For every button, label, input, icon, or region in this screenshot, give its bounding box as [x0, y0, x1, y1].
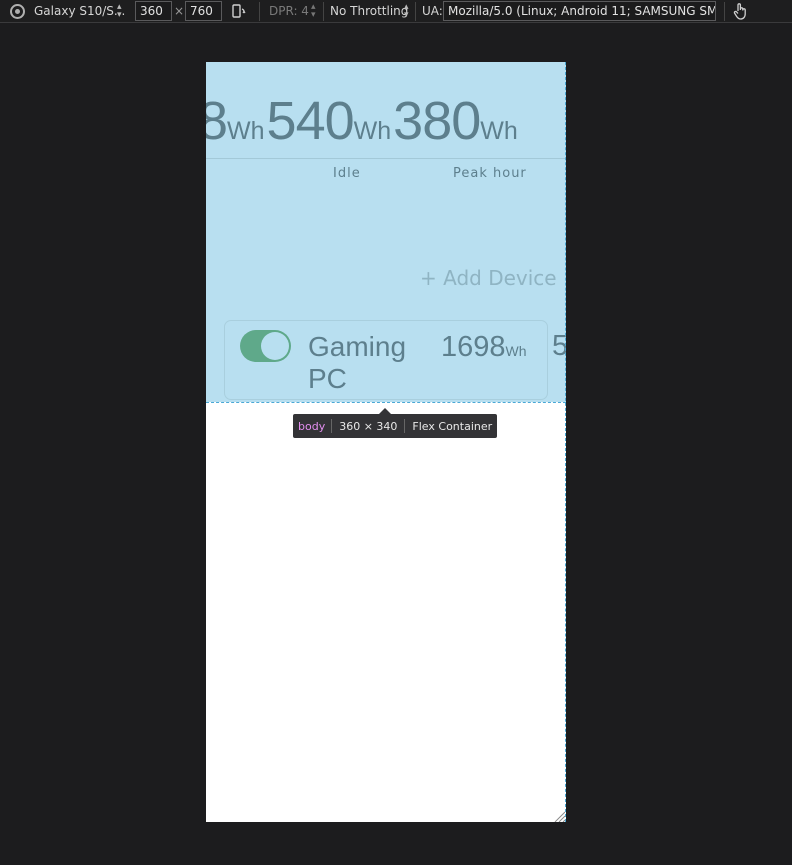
- resize-handle-icon[interactable]: [552, 810, 566, 822]
- toggle-knob: [261, 332, 289, 360]
- next-device-card-partial: 5: [552, 330, 566, 362]
- tooltip-size: 360 × 340: [339, 419, 398, 433]
- stat-label-idle: Idle: [333, 166, 361, 181]
- stat-unit: Wh: [480, 117, 518, 145]
- device-usage-value: 1698: [441, 331, 506, 363]
- stat-unit: Wh: [227, 117, 265, 145]
- body-highlight-overlay: 8 Wh 540 Wh 380 Wh Idle Peak hour + Add …: [206, 62, 566, 402]
- stats-row: 8 Wh 540 Wh 380 Wh: [206, 90, 520, 160]
- dimension-times: ×: [174, 4, 185, 18]
- user-agent-input[interactable]: Mozilla/5.0 (Linux; Android 11; SAMSUNG …: [443, 1, 716, 21]
- toolbar-divider: [724, 2, 725, 21]
- device-select[interactable]: Galaxy S10/S...: [34, 4, 125, 18]
- ua-label: UA:: [422, 4, 443, 18]
- device-viewport: 8 Wh 540 Wh 380 Wh Idle Peak hour + Add …: [206, 62, 566, 822]
- tooltip-kind: Flex Container: [412, 419, 493, 433]
- chrome-icon: [10, 4, 25, 19]
- toolbar-divider: [415, 2, 416, 21]
- updown-icon: ▴ ▾: [404, 2, 409, 20]
- width-input[interactable]: 360: [135, 1, 172, 21]
- guide-line-vertical: [565, 62, 566, 822]
- touch-icon[interactable]: [732, 2, 748, 20]
- stat-label-peak-hour: Peak hour: [453, 166, 527, 181]
- element-inspect-tooltip: body 360 × 340 Flex Container: [293, 408, 498, 438]
- device-toggle[interactable]: [240, 330, 291, 362]
- toolbar-divider: [323, 2, 324, 21]
- height-input[interactable]: 760: [185, 1, 222, 21]
- throttling-select[interactable]: No Throttling: [330, 4, 408, 18]
- updown-icon: ▴ ▾: [117, 2, 122, 20]
- stat-unit: Wh: [353, 117, 392, 145]
- tooltip-tag: body: [298, 419, 326, 433]
- toolbar-divider: [259, 2, 260, 21]
- rotate-icon[interactable]: [230, 3, 246, 19]
- device-toolbar: Galaxy S10/S... ▴ ▾ 360 × 760 DPR: 4 ▴ ▾ N…: [0, 0, 792, 23]
- stat-value: 8: [206, 91, 228, 151]
- stat-value: 380: [393, 91, 481, 151]
- device-name: Gaming PC: [308, 331, 407, 394]
- updown-icon: ▴ ▾: [311, 2, 316, 20]
- add-device-button[interactable]: + Add Device: [420, 266, 557, 290]
- stats-divider: [206, 158, 566, 159]
- stat-value: 540: [266, 91, 355, 151]
- device-usage-unit: Wh: [505, 343, 527, 359]
- guide-line-horizontal: [206, 402, 566, 403]
- device-card-gaming-pc[interactable]: Gaming PC 1698Wh: [224, 320, 548, 400]
- device-usage: 1698Wh: [441, 331, 527, 364]
- dpr-select[interactable]: DPR: 4: [269, 4, 309, 18]
